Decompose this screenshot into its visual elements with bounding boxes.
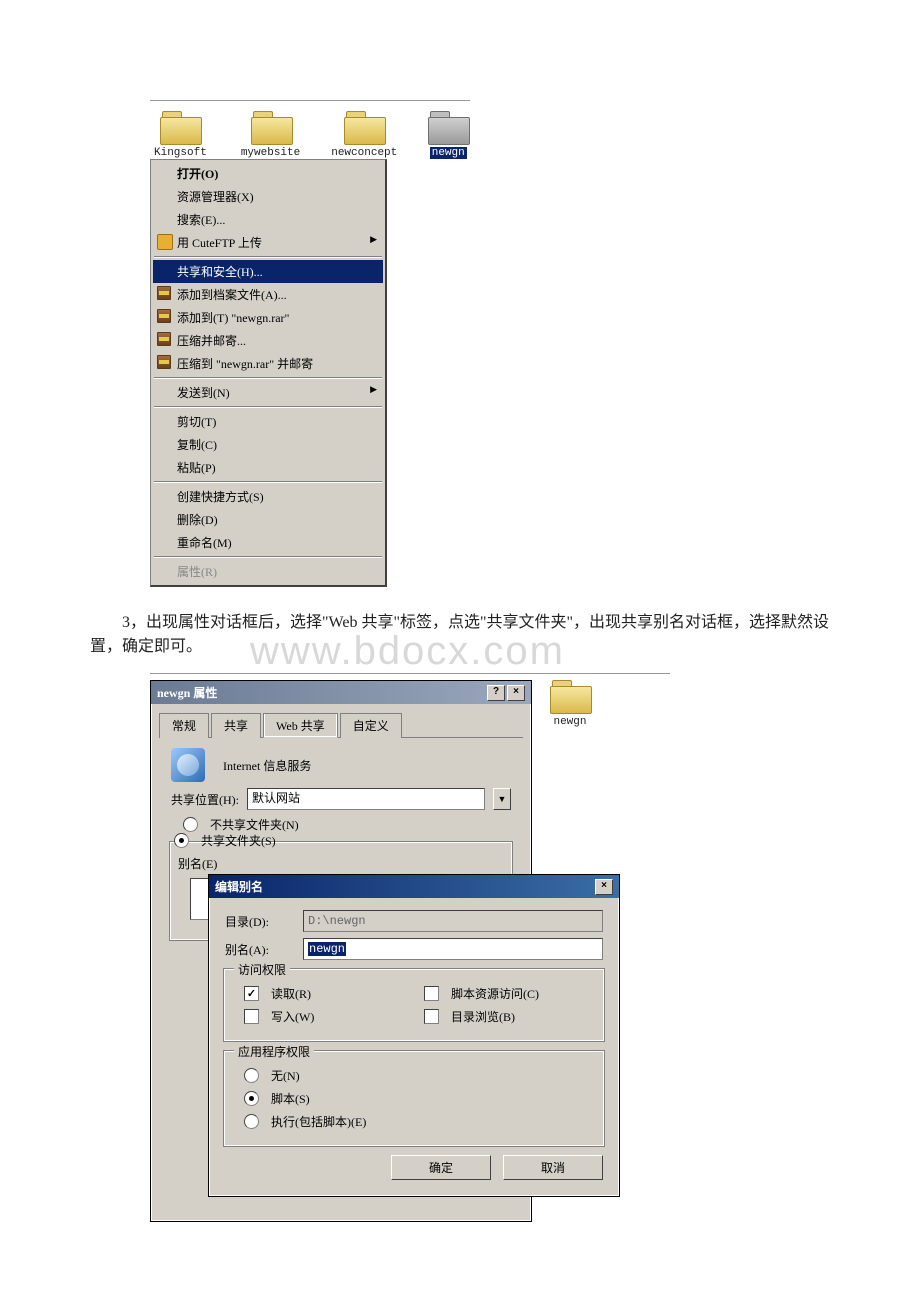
folder-icon xyxy=(550,680,590,712)
radio-app-execute[interactable] xyxy=(244,1114,259,1129)
menu-separator xyxy=(154,256,382,258)
radio-app-scripts-label: 脚本(S) xyxy=(271,1090,310,1107)
directory-field: D:\newgn xyxy=(303,910,603,932)
close-button[interactable]: × xyxy=(595,879,613,895)
access-group-title: 访问权限 xyxy=(234,961,290,978)
alias-field[interactable]: newgn xyxy=(303,938,603,960)
folder-icon xyxy=(428,111,468,143)
instruction-text: 3，出现属性对话框后，选择"Web 共享"标签，点选"共享文件夹"，出现共享别名… xyxy=(90,611,830,659)
combo-dropdown-button[interactable]: ▼ xyxy=(493,788,511,810)
folder-label: mywebsite xyxy=(241,147,300,159)
folder-mywebsite[interactable]: mywebsite xyxy=(241,111,300,159)
radio-app-execute-label: 执行(包括脚本)(E) xyxy=(271,1113,366,1130)
folder-newgn[interactable]: newgn xyxy=(428,111,468,159)
menu-separator xyxy=(154,406,382,408)
menu-cut[interactable]: 剪切(T) xyxy=(153,410,383,433)
alias-list-label: 别名(E) xyxy=(178,855,217,872)
rar-icon xyxy=(157,309,171,323)
menu-cuteftp-upload[interactable]: 用 CuteFTP 上传 xyxy=(153,231,383,254)
radio-app-none[interactable] xyxy=(244,1068,259,1083)
menu-explorer[interactable]: 资源管理器(X) xyxy=(153,185,383,208)
folder-newconcept[interactable]: newconcept xyxy=(334,111,394,159)
tabs: 常规 共享 Web 共享 自定义 xyxy=(159,712,523,738)
menu-search[interactable]: 搜索(E)... xyxy=(153,208,383,231)
figure-properties-dialog: newgn 属性 ? × 常规 共享 Web 共享 自定义 Internet 信… xyxy=(150,673,670,1240)
menu-copy[interactable]: 复制(C) xyxy=(153,433,383,456)
share-location-label: 共享位置(H): xyxy=(171,791,239,808)
checkbox-write-label: 写入(W) xyxy=(271,1008,314,1025)
checkbox-read[interactable] xyxy=(244,986,259,1001)
rar-icon xyxy=(157,332,171,346)
directory-label: 目录(D): xyxy=(225,913,295,930)
folder-label: newgn xyxy=(430,147,467,159)
menu-create-shortcut[interactable]: 创建快捷方式(S) xyxy=(153,485,383,508)
menu-add-to-rar[interactable]: 添加到(T) "newgn.rar" xyxy=(153,306,383,329)
checkbox-dir-browse[interactable] xyxy=(424,1009,439,1024)
rar-icon xyxy=(157,355,171,369)
checkbox-read-label: 读取(R) xyxy=(271,985,311,1002)
app-perm-group-title: 应用程序权限 xyxy=(234,1043,314,1060)
tab-custom[interactable]: 自定义 xyxy=(340,713,402,738)
titlebar: newgn 属性 ? × xyxy=(151,681,531,704)
menu-separator xyxy=(154,481,382,483)
folder-icon xyxy=(251,111,291,143)
menu-paste[interactable]: 粘贴(P) xyxy=(153,456,383,479)
radio-share-folder-label: 共享文件夹(S) xyxy=(201,832,276,849)
checkbox-script-access[interactable] xyxy=(424,986,439,1001)
radio-share-folder[interactable] xyxy=(174,833,189,848)
figure-folders-contextmenu: Kingsoft mywebsite newconcept newgn 打开(O… xyxy=(90,100,830,587)
folder-icon xyxy=(160,111,200,143)
checkbox-write[interactable] xyxy=(244,1009,259,1024)
folder-label: Kingsoft xyxy=(154,147,207,159)
menu-properties-truncated[interactable]: 属性(R) xyxy=(153,560,383,583)
iis-label: Internet 信息服务 xyxy=(223,757,311,774)
menu-compress-to-mail[interactable]: 压缩到 "newgn.rar" 并邮寄 xyxy=(153,352,383,375)
side-folder-newgn[interactable]: newgn xyxy=(550,680,590,728)
tab-web-share[interactable]: Web 共享 xyxy=(263,713,338,738)
cuteftp-icon xyxy=(157,234,173,250)
folder-row: Kingsoft mywebsite newconcept newgn xyxy=(150,107,470,159)
menu-separator xyxy=(154,377,382,379)
menu-rename[interactable]: 重命名(M) xyxy=(153,531,383,554)
menu-send-to[interactable]: 发送到(N) xyxy=(153,381,383,404)
radio-app-scripts[interactable] xyxy=(244,1091,259,1106)
folder-label: newconcept xyxy=(331,147,397,159)
window-title: 编辑别名 xyxy=(215,878,263,895)
tab-general[interactable]: 常规 xyxy=(159,713,209,738)
menu-sharing-security[interactable]: 共享和安全(H)... xyxy=(153,260,383,283)
menu-delete[interactable]: 删除(D) xyxy=(153,508,383,531)
share-location-combo[interactable]: 默认网站 xyxy=(247,788,485,810)
alias-label: 别名(A): xyxy=(225,941,295,958)
folder-label: newgn xyxy=(550,716,590,728)
tab-share[interactable]: 共享 xyxy=(211,713,261,738)
edit-alias-dialog: 编辑别名 × 目录(D): D:\newgn 别名(A): newgn 访问权限 xyxy=(208,874,620,1197)
checkbox-dir-browse-label: 目录浏览(B) xyxy=(451,1008,515,1025)
ok-button[interactable]: 确定 xyxy=(391,1155,491,1180)
menu-open[interactable]: 打开(O) xyxy=(153,162,383,185)
checkbox-script-access-label: 脚本资源访问(C) xyxy=(451,985,539,1002)
folder-icon xyxy=(344,111,384,143)
window-title: newgn 属性 xyxy=(157,684,217,701)
iis-icon xyxy=(171,748,205,782)
radio-no-share[interactable] xyxy=(183,817,198,832)
context-menu: 打开(O) 资源管理器(X) 搜索(E)... 用 CuteFTP 上传 共享和… xyxy=(150,159,387,587)
radio-no-share-label: 不共享文件夹(N) xyxy=(210,816,299,833)
help-button[interactable]: ? xyxy=(487,685,505,701)
menu-separator xyxy=(154,556,382,558)
close-button[interactable]: × xyxy=(507,685,525,701)
radio-app-none-label: 无(N) xyxy=(271,1067,300,1084)
titlebar: 编辑别名 × xyxy=(209,875,619,898)
folder-kingsoft[interactable]: Kingsoft xyxy=(154,111,207,159)
cancel-button[interactable]: 取消 xyxy=(503,1155,603,1180)
menu-add-to-archive[interactable]: 添加到档案文件(A)... xyxy=(153,283,383,306)
rar-icon xyxy=(157,286,171,300)
menu-compress-mail[interactable]: 压缩并邮寄... xyxy=(153,329,383,352)
